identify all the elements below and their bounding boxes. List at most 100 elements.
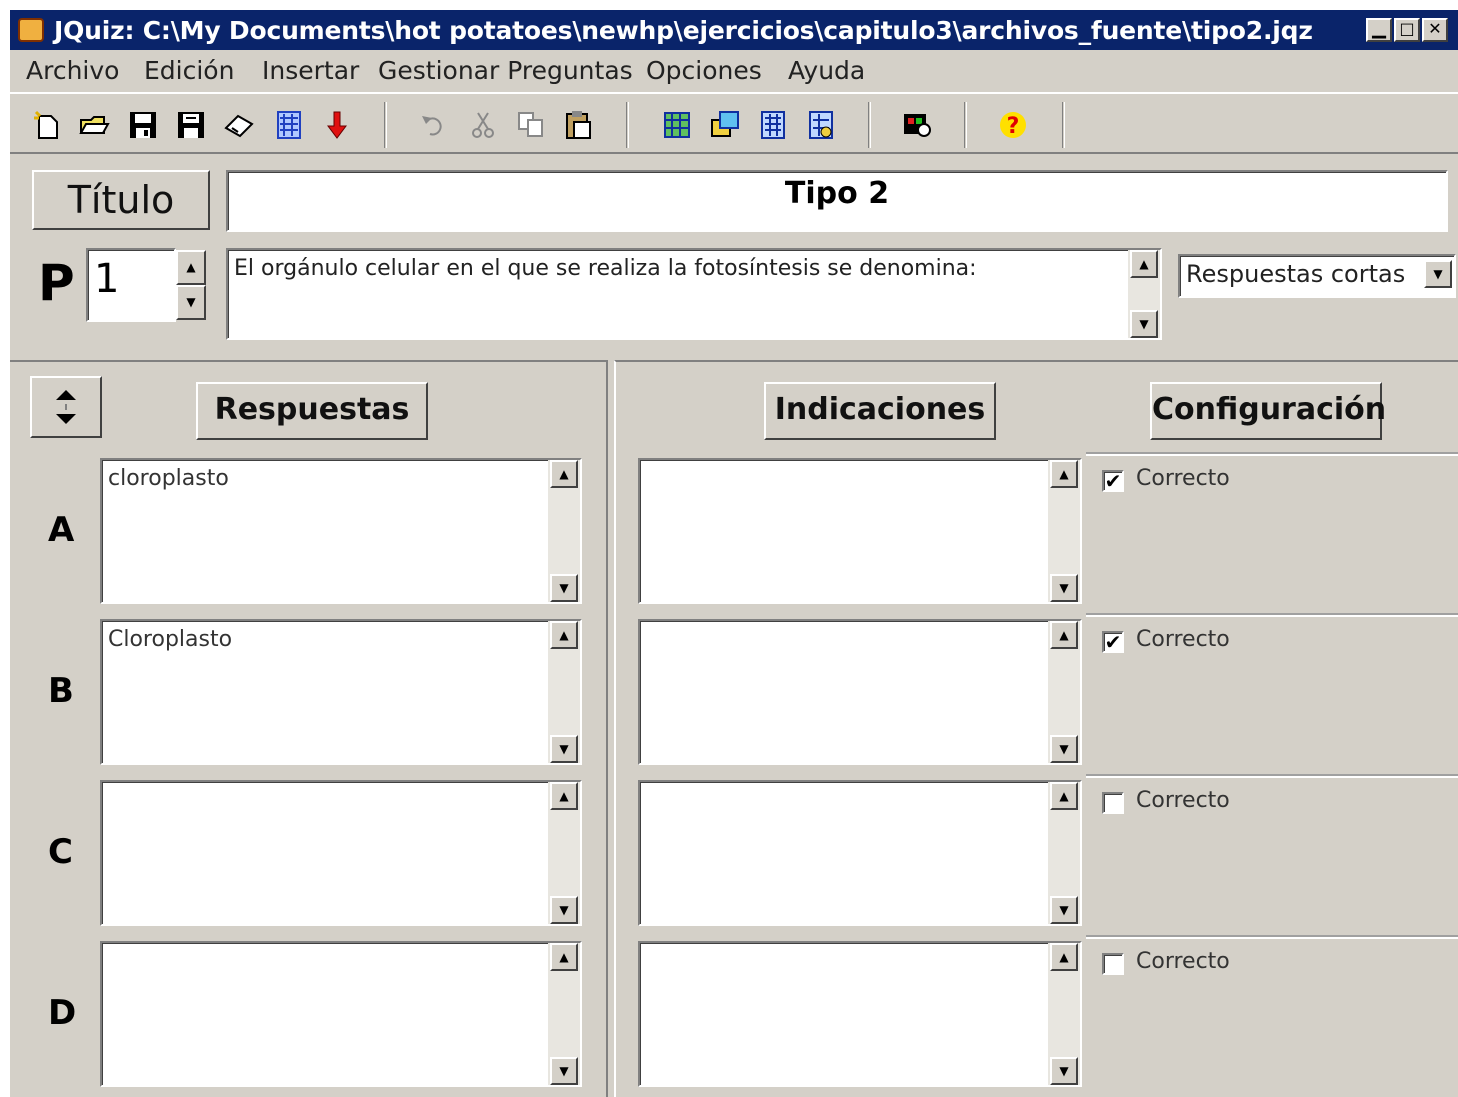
toolbar-separator (626, 102, 629, 148)
scroll-up-button[interactable]: ▲ (550, 782, 578, 810)
web-page-icon[interactable] (272, 108, 306, 142)
question-scrollbar[interactable]: ▲ ▼ (1128, 250, 1160, 338)
scroll-down-button[interactable]: ▼ (1050, 735, 1078, 763)
feedback-a-field[interactable]: ▲ ▼ (638, 458, 1082, 604)
feedback-b-scrollbar[interactable]: ▲ ▼ (1048, 621, 1080, 763)
respuestas-button[interactable]: Respuestas (196, 382, 428, 440)
scroll-down-button[interactable]: ▼ (1050, 896, 1078, 924)
insert-image-icon[interactable] (660, 108, 694, 142)
scroll-up-button[interactable]: ▲ (1130, 250, 1158, 278)
answer-a-field[interactable]: cloroplasto ▲ ▼ (100, 458, 582, 604)
copy-icon[interactable] (514, 108, 548, 142)
scroll-up-button[interactable]: ▲ (1050, 621, 1078, 649)
divider (1086, 937, 1458, 939)
menu-archivo[interactable]: Archivo (26, 56, 119, 85)
answer-b-field[interactable]: Cloroplasto ▲ ▼ (100, 619, 582, 765)
answers-panel: Respuestas A cloroplasto ▲ ▼ B Cloroplas… (10, 360, 608, 1097)
correct-a-label: Correcto (1136, 466, 1230, 491)
help-icon[interactable]: ? (996, 108, 1030, 142)
close-button[interactable]: ✕ (1422, 18, 1448, 42)
divider (1086, 454, 1458, 456)
open-folder-icon[interactable] (78, 108, 112, 142)
menu-insertar[interactable]: Insertar (262, 56, 359, 85)
answer-a-text: cloroplasto (108, 466, 229, 491)
svg-text:?: ? (1007, 114, 1020, 139)
menu-edicion[interactable]: Edición (144, 56, 234, 85)
chevron-down-icon[interactable]: ▼ (1424, 260, 1452, 288)
configure-output-icon[interactable] (900, 108, 934, 142)
toolbar: ? (10, 92, 1458, 154)
up-down-arrows-icon (56, 390, 76, 424)
question-text-field[interactable]: El orgánulo celular en el que se realiza… (226, 248, 1162, 340)
answer-letter-b: B (48, 671, 74, 711)
scroll-down-button[interactable]: ▼ (1050, 574, 1078, 602)
feedback-d-scrollbar[interactable]: ▲ ▼ (1048, 943, 1080, 1085)
scroll-up-button[interactable]: ▲ (1050, 943, 1078, 971)
indicaciones-button[interactable]: Indicaciones (764, 382, 996, 440)
question-number-field[interactable]: 1 (86, 248, 176, 322)
undo-icon[interactable] (416, 108, 450, 142)
cut-icon[interactable] (466, 108, 500, 142)
answer-c-scrollbar[interactable]: ▲ ▼ (548, 782, 580, 924)
answer-c-field[interactable]: ▲ ▼ (100, 780, 582, 926)
insert-object-icon[interactable] (804, 108, 838, 142)
save-icon[interactable] (126, 108, 160, 142)
question-label: P (38, 254, 75, 312)
toolbar-separator (384, 102, 387, 148)
answer-b-scrollbar[interactable]: ▲ ▼ (548, 621, 580, 763)
titulo-button[interactable]: Título (32, 170, 210, 230)
feedback-b-field[interactable]: ▲ ▼ (638, 619, 1082, 765)
save-as-icon[interactable] (174, 108, 208, 142)
question-text: El orgánulo celular en el que se realiza… (234, 256, 977, 281)
divider (1086, 615, 1458, 617)
configuracion-button[interactable]: Configuración (1150, 382, 1386, 440)
scroll-up-button[interactable]: ▲ (1050, 782, 1078, 810)
titulo-field[interactable]: Tipo 2 (226, 170, 1448, 232)
scroll-up-button[interactable]: ▲ (550, 943, 578, 971)
answer-b-text: Cloroplasto (108, 627, 233, 652)
app-icon (18, 18, 44, 42)
insert-media-icon[interactable] (756, 108, 790, 142)
answer-d-field[interactable]: ▲ ▼ (100, 941, 582, 1087)
scroll-down-button[interactable]: ▼ (550, 574, 578, 602)
answer-letter-a: A (48, 510, 75, 550)
menu-ayuda[interactable]: Ayuda (788, 56, 865, 85)
correct-b-checkbox[interactable]: ✔ (1102, 631, 1124, 653)
feedback-c-field[interactable]: ▲ ▼ (638, 780, 1082, 926)
feedback-c-scrollbar[interactable]: ▲ ▼ (1048, 782, 1080, 924)
menu-opciones[interactable]: Opciones (646, 56, 762, 85)
toolbar-separator (868, 102, 871, 148)
menu-gestionar-preguntas[interactable]: Gestionar Preguntas (378, 56, 633, 85)
scroll-up-button[interactable]: ▲ (1050, 460, 1078, 488)
scroll-down-button[interactable]: ▼ (550, 1057, 578, 1085)
question-number-up-button[interactable]: ▲ (176, 250, 206, 285)
scroll-down-button[interactable]: ▼ (550, 735, 578, 763)
minimize-button[interactable]: ▁ (1366, 18, 1392, 42)
maximize-button[interactable]: □ (1394, 18, 1420, 42)
eraser-icon[interactable] (222, 108, 256, 142)
window-title: JQuiz: C:\My Documents\hot potatoes\newh… (54, 16, 1313, 45)
feedback-d-field[interactable]: ▲ ▼ (638, 941, 1082, 1087)
arrow-down-icon[interactable] (320, 108, 354, 142)
scroll-down-button[interactable]: ▼ (1130, 310, 1158, 338)
feedback-a-scrollbar[interactable]: ▲ ▼ (1048, 460, 1080, 602)
correct-d-label: Correcto (1136, 949, 1230, 974)
answer-d-scrollbar[interactable]: ▲ ▼ (548, 943, 580, 1085)
correct-c-checkbox[interactable] (1102, 792, 1124, 814)
paste-icon[interactable] (562, 108, 596, 142)
scroll-up-button[interactable]: ▲ (550, 460, 578, 488)
scroll-down-button[interactable]: ▼ (1050, 1057, 1078, 1085)
question-number-down-button[interactable]: ▼ (176, 285, 206, 320)
correct-d-checkbox[interactable] (1102, 953, 1124, 975)
insert-link-icon[interactable] (708, 108, 742, 142)
question-type-select[interactable]: Respuestas cortas ▼ (1178, 254, 1456, 298)
feedback-panel: Indicaciones Configuración ▲ ▼ ✔ Correct… (614, 360, 1458, 1097)
scroll-down-button[interactable]: ▼ (550, 896, 578, 924)
reorder-button[interactable] (30, 376, 102, 438)
new-file-icon[interactable] (30, 108, 64, 142)
answer-a-scrollbar[interactable]: ▲ ▼ (548, 460, 580, 602)
scroll-up-button[interactable]: ▲ (550, 621, 578, 649)
title-bar[interactable]: JQuiz: C:\My Documents\hot potatoes\newh… (10, 10, 1458, 50)
correct-a-checkbox[interactable]: ✔ (1102, 470, 1124, 492)
menu-bar: Archivo Edición Insertar Gestionar Pregu… (10, 52, 1458, 90)
